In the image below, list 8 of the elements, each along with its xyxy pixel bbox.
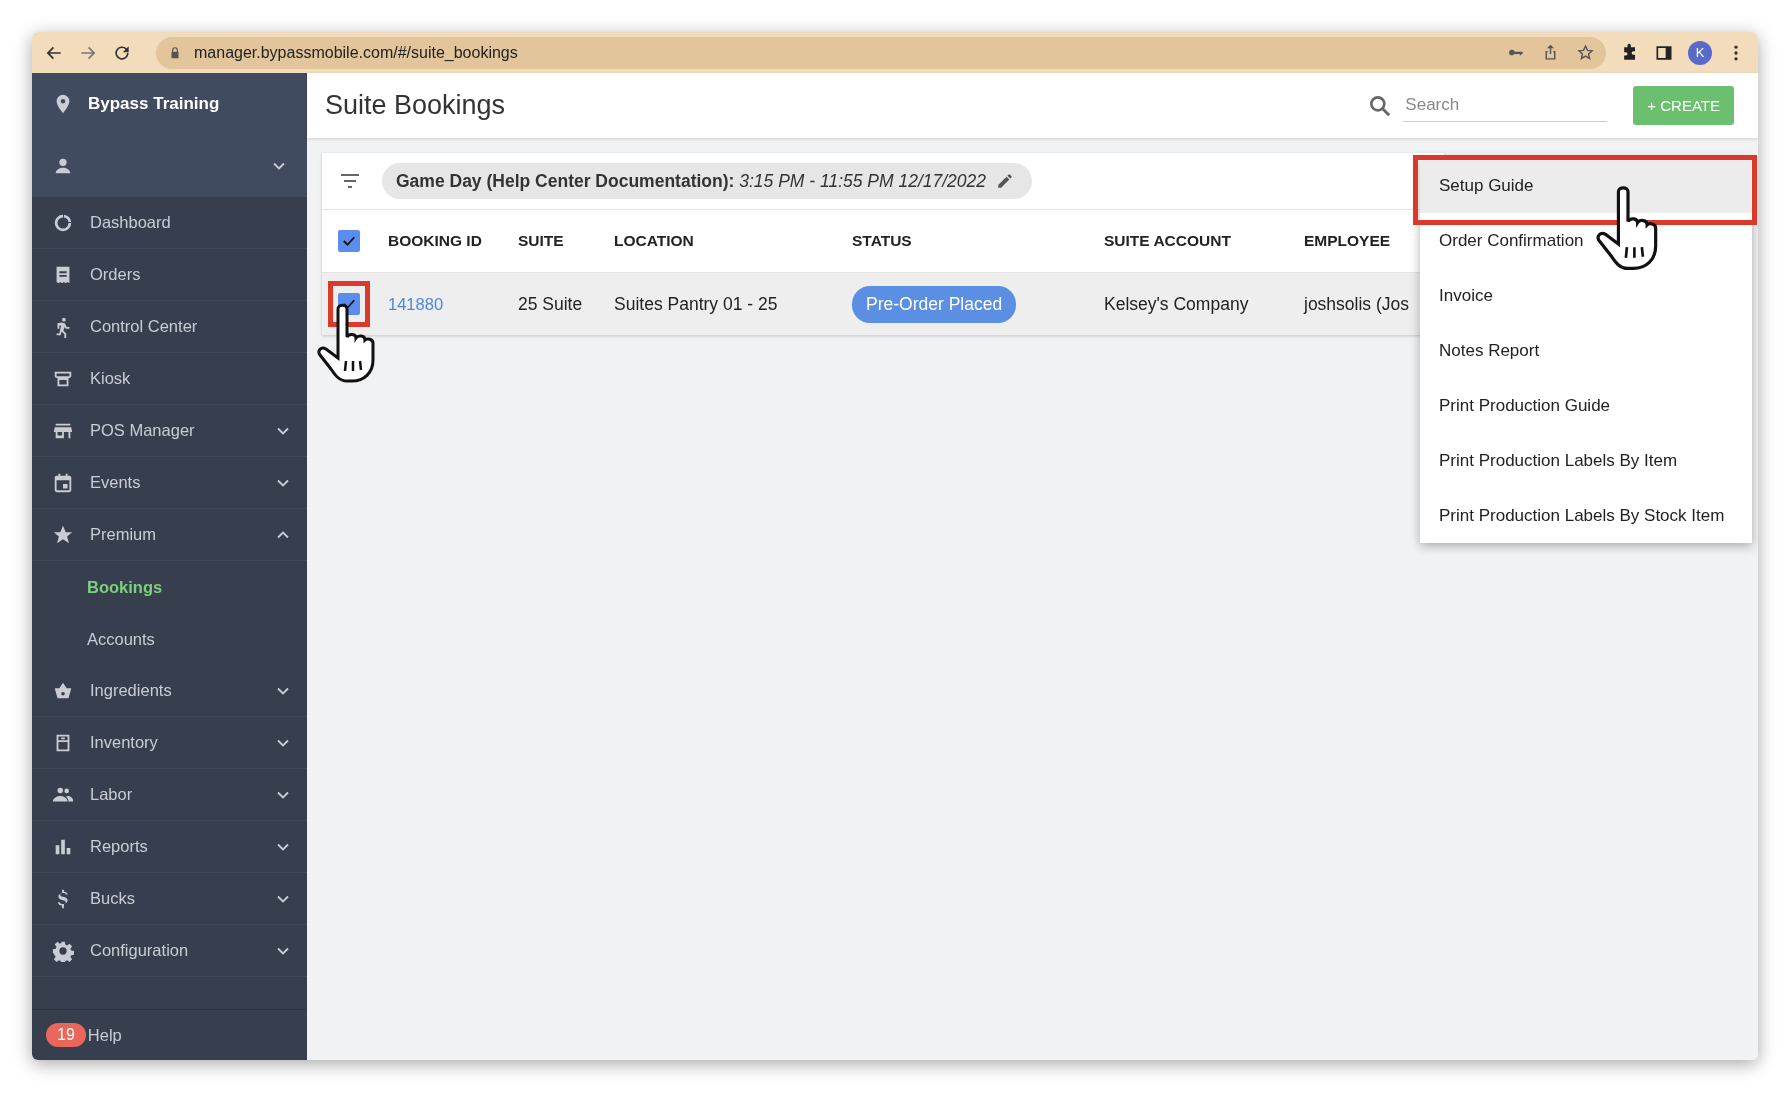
table-cell-text: joshsolis (Jos <box>1304 293 1411 315</box>
venue-name: Bypass Training <box>88 94 220 114</box>
table-cell-text: Suites Pantry 01 - 25 <box>614 293 779 315</box>
table-cell-text: Kelsey's Company <box>1104 293 1250 315</box>
notification-badge: 19 <box>46 1023 86 1047</box>
page-title: Suite Bookings <box>325 90 507 121</box>
status-pill: Pre-Order Placed <box>852 285 1017 323</box>
table-cell-text: 25 Suite <box>518 293 584 315</box>
